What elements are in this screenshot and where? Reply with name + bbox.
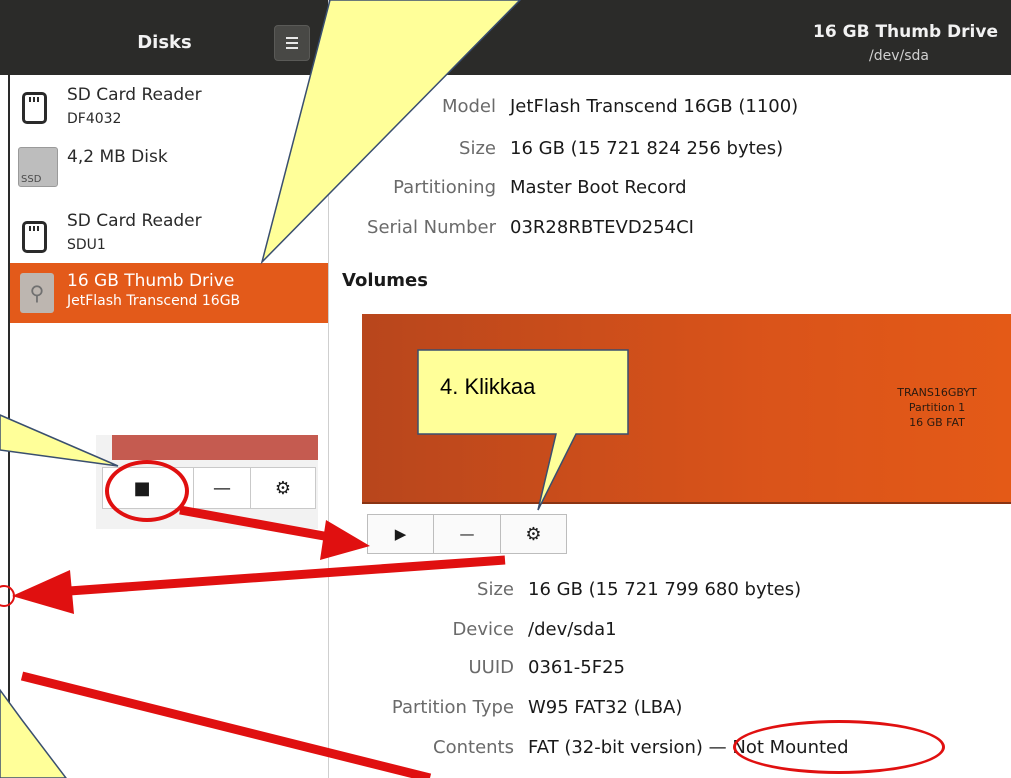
callout-bottom-left xyxy=(0,688,67,778)
red-arrowhead-2 xyxy=(12,570,74,614)
callout-left-pointer xyxy=(0,414,119,467)
callout-top-pointer xyxy=(260,0,522,265)
red-ring-left-edge xyxy=(0,585,15,607)
red-arrow-left xyxy=(54,555,506,597)
red-arrow-stop-to-play xyxy=(179,505,336,543)
stop-button-highlight xyxy=(105,460,189,522)
red-arrow-not-mounted xyxy=(20,671,432,778)
red-arrowhead-1 xyxy=(320,520,370,560)
callout-4-text: 4. Klikkaa xyxy=(440,374,536,399)
not-mounted-highlight xyxy=(733,720,945,774)
